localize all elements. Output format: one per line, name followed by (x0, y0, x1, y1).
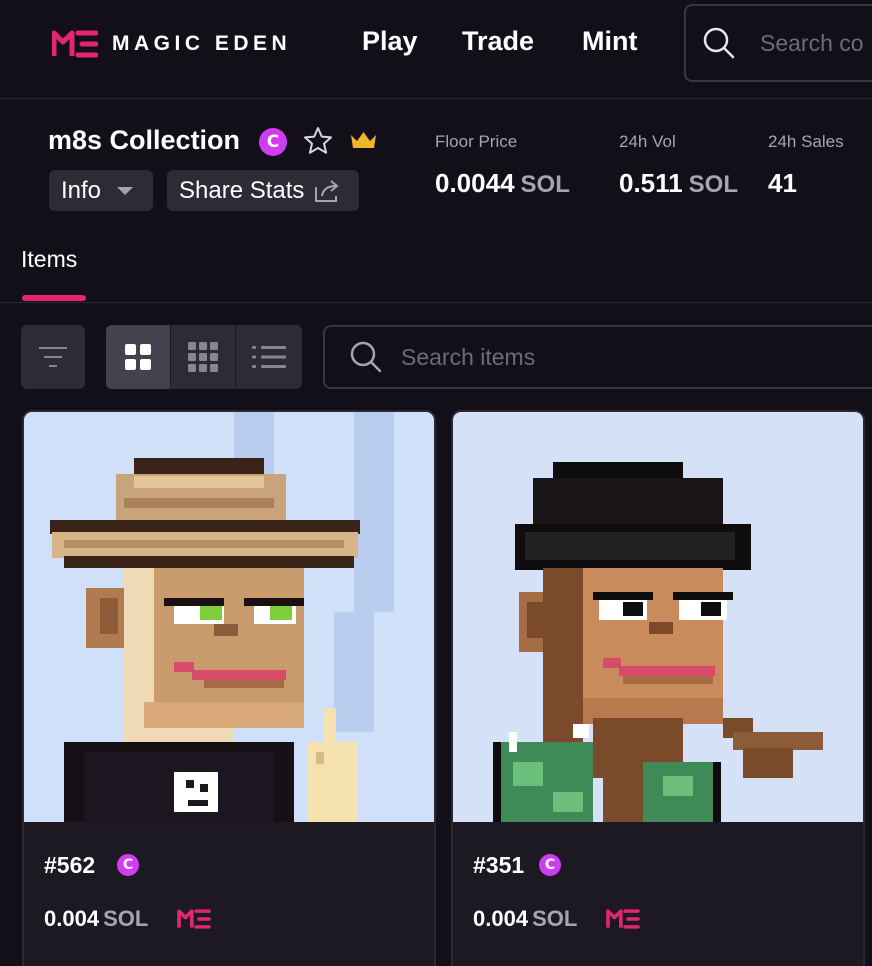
chevron-down-icon (117, 186, 134, 195)
grid-large-icon (125, 344, 151, 370)
collection-title: m8s Collection (48, 125, 241, 155)
tab-items[interactable]: Items (21, 246, 77, 273)
search-icon (703, 27, 735, 59)
info-dropdown[interactable]: Info (49, 170, 153, 211)
nft-image-straw-hat (24, 412, 434, 822)
filter-button[interactable] (21, 325, 85, 389)
nav-play[interactable]: Play (362, 26, 418, 57)
item-search-input[interactable]: Search items (323, 325, 872, 389)
view-mode-toggle (106, 325, 302, 389)
nav-mint[interactable]: Mint (582, 26, 637, 57)
filter-icon (39, 347, 67, 367)
item-price: 0.004 SOL (473, 906, 578, 931)
view-grid-small-button[interactable] (171, 325, 236, 389)
view-list-button[interactable] (236, 325, 302, 389)
floor-price-label: Floor Price (435, 132, 518, 151)
global-search-input[interactable]: Search co (684, 4, 872, 82)
grid-small-icon (188, 342, 218, 372)
brand-name: MAGIC EDEN (112, 32, 292, 55)
magic-eden-listing-icon (606, 909, 640, 929)
item-name: #562 (44, 852, 96, 878)
info-label: Info (61, 176, 102, 204)
favorite-star-icon[interactable] (302, 125, 334, 157)
view-grid-large-button[interactable] (106, 325, 171, 389)
magic-eden-logo[interactable]: MAGIC EDEN (52, 30, 291, 58)
sales-24h-value: 41 (768, 168, 797, 198)
active-tab-indicator (22, 295, 86, 301)
tab-divider (0, 302, 872, 303)
volume-24h-label: 24h Vol (619, 132, 676, 151)
top-nav: MAGIC EDEN Play Trade Mint Search co (0, 0, 872, 99)
magic-eden-listing-icon (177, 909, 211, 929)
global-search-placeholder: Search co (760, 29, 864, 56)
list-icon (252, 346, 286, 368)
floor-price-value: 0.0044 SOL (435, 168, 570, 198)
search-icon (350, 341, 382, 373)
magic-eden-logo-icon (52, 30, 98, 58)
nav-trade[interactable]: Trade (462, 26, 534, 57)
sales-24h-label: 24h Sales (768, 132, 844, 151)
item-price: 0.004 SOL (44, 906, 149, 931)
share-icon (315, 179, 339, 202)
crown-icon (351, 132, 376, 148)
nft-image-black-hair (453, 412, 863, 822)
item-card[interactable]: #351 C 0.004 SOL (451, 410, 865, 966)
item-card[interactable]: #562 C 0.004 SOL (22, 410, 436, 966)
verified-badge-icon: C (539, 854, 561, 876)
verified-badge-icon: C (259, 128, 287, 156)
verified-badge-icon: C (117, 854, 139, 876)
item-search-placeholder: Search items (401, 343, 536, 370)
share-stats-button[interactable]: Share Stats (167, 170, 359, 211)
volume-24h-value: 0.511 SOL (619, 168, 738, 198)
share-stats-label: Share Stats (179, 176, 305, 204)
item-name: #351 (473, 852, 525, 878)
